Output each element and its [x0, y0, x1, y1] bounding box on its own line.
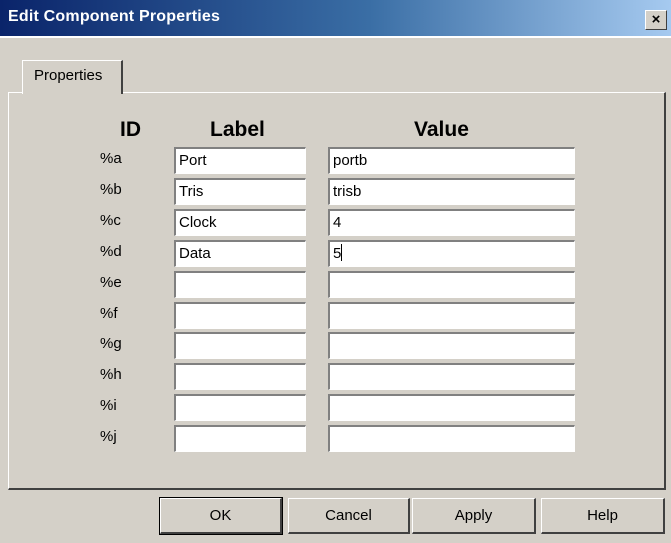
window-title: Edit Component Properties [8, 8, 221, 25]
value-input[interactable] [328, 425, 575, 452]
help-button[interactable]: Help [541, 498, 665, 534]
close-button[interactable]: × [645, 10, 667, 30]
title-bar[interactable]: Edit Component Properties × [0, 0, 671, 38]
label-input[interactable] [174, 425, 306, 452]
row-id: %e [100, 274, 122, 291]
column-header-value: Value [414, 118, 469, 141]
value-input[interactable] [328, 302, 575, 329]
label-input[interactable] [174, 271, 306, 298]
value-input[interactable] [328, 363, 575, 390]
apply-button[interactable]: Apply [412, 498, 536, 534]
label-input[interactable] [174, 332, 306, 359]
ok-button[interactable]: OK [159, 497, 283, 535]
row-id: %f [100, 305, 118, 322]
value-input[interactable]: portb [328, 147, 575, 174]
label-input[interactable] [174, 302, 306, 329]
cancel-button[interactable]: Cancel [288, 498, 410, 534]
row-id: %d [100, 243, 122, 260]
row-id: %j [100, 428, 117, 445]
label-input[interactable]: Port [174, 147, 306, 174]
label-input[interactable]: Tris [174, 178, 306, 205]
value-input[interactable]: 4 [328, 209, 575, 236]
row-id: %i [100, 397, 117, 414]
label-input[interactable] [174, 394, 306, 421]
tab-properties-label: Properties [34, 67, 103, 84]
tab-properties[interactable]: Properties [22, 60, 123, 94]
text-caret [341, 244, 343, 261]
row-id: %h [100, 366, 122, 383]
value-input[interactable] [328, 332, 575, 359]
value-input[interactable] [328, 394, 575, 421]
column-header-label: Label [210, 118, 265, 141]
row-id: %b [100, 181, 122, 198]
row-id: %c [100, 212, 121, 229]
label-input[interactable] [174, 363, 306, 390]
label-input[interactable]: Data [174, 240, 306, 267]
value-input[interactable]: 5 [328, 240, 575, 267]
label-input[interactable]: Clock [174, 209, 306, 236]
value-input[interactable] [328, 271, 575, 298]
close-icon: × [651, 11, 661, 28]
row-id: %a [100, 150, 122, 167]
value-input[interactable]: trisb [328, 178, 575, 205]
column-header-id: ID [120, 118, 141, 141]
row-id: %g [100, 335, 122, 352]
